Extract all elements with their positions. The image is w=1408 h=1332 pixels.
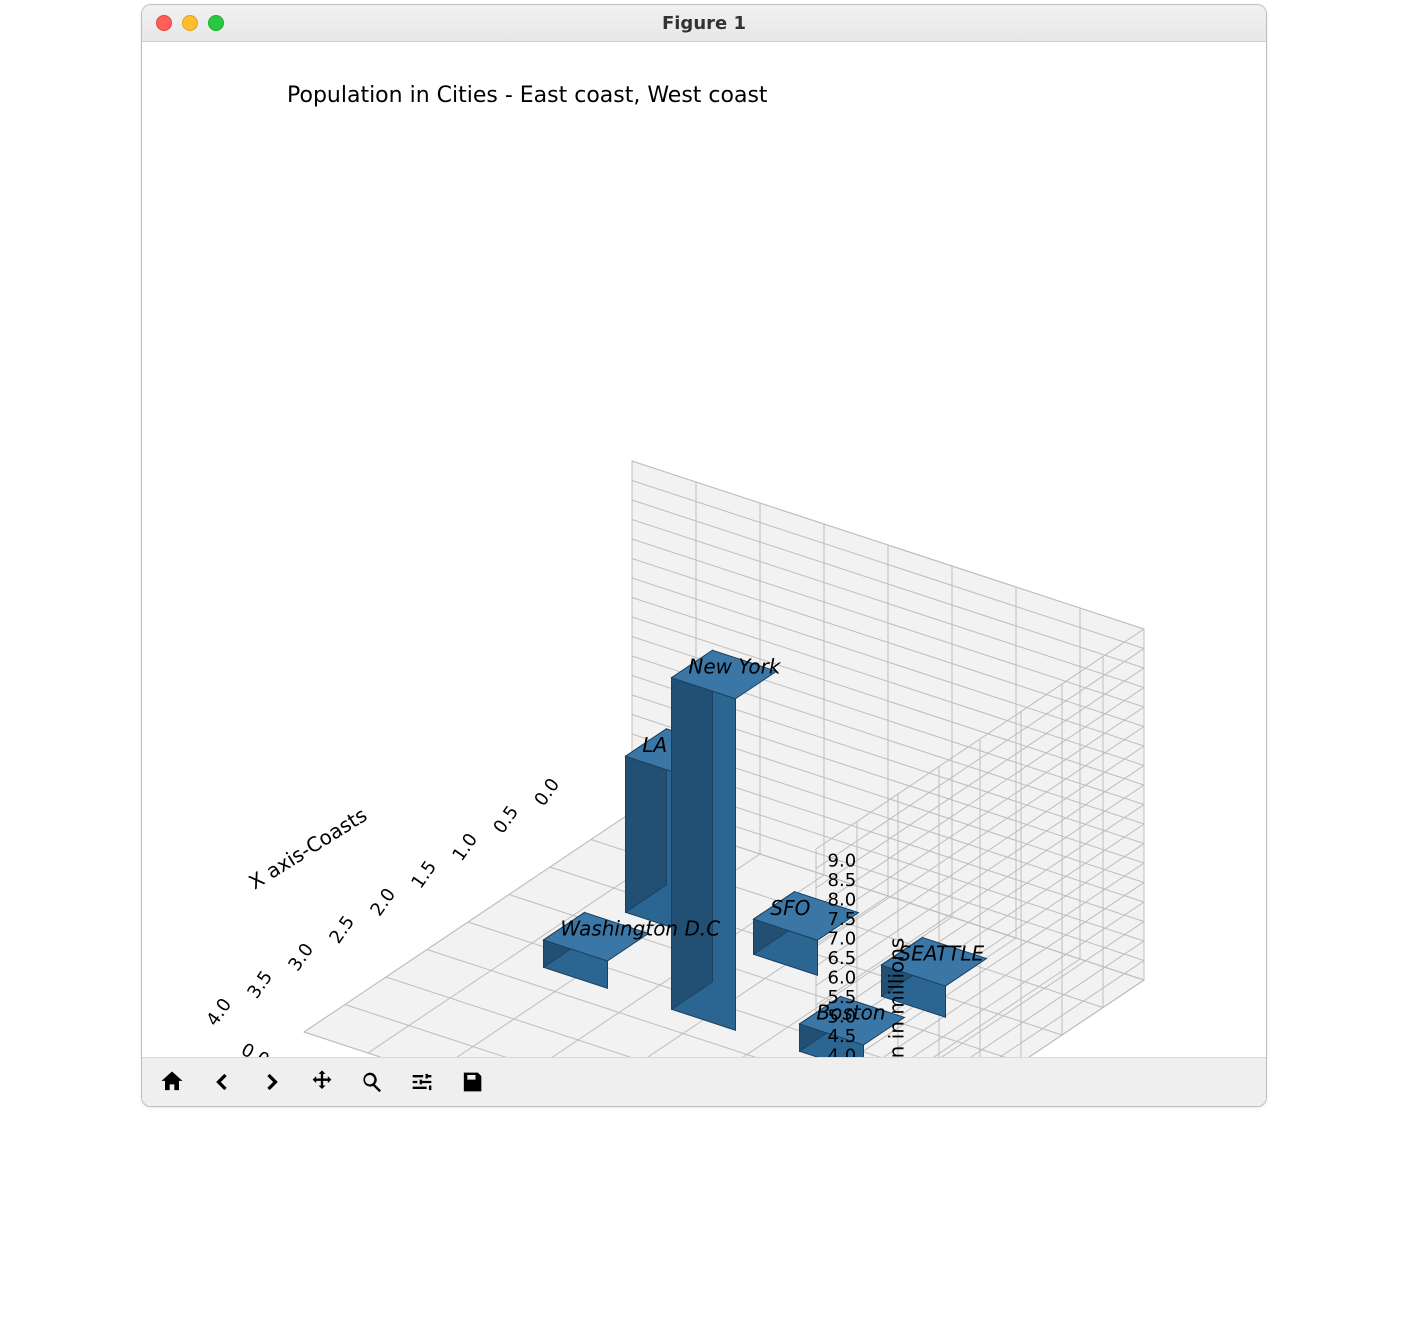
save-button[interactable] <box>448 1061 496 1103</box>
svg-text:Population in Cities - East co: Population in Cities - East coast, West … <box>287 83 768 108</box>
svg-text:8.0: 8.0 <box>828 890 857 911</box>
magnifier-icon <box>358 1068 386 1096</box>
zoom-button[interactable] <box>348 1061 396 1103</box>
svg-text:1.0: 1.0 <box>448 830 482 866</box>
svg-text:7.0: 7.0 <box>828 929 857 950</box>
plot-canvas[interactable]: 0.00.51.01.52.02.53.03.54.00.00.51.01.52… <box>142 42 1266 1057</box>
svg-text:0.0: 0.0 <box>238 1039 273 1057</box>
svg-text:6.5: 6.5 <box>828 948 857 969</box>
svg-text:SFO: SFO <box>770 896 810 920</box>
pan-button[interactable] <box>298 1061 346 1103</box>
titlebar: Figure 1 <box>142 5 1266 42</box>
figure-window: Figure 1 0.00.51.01.52.02.53.03.54.00.00… <box>141 4 1267 1107</box>
svg-text:3.0: 3.0 <box>284 940 318 976</box>
svg-text:X axis-Coasts: X axis-Coasts <box>245 803 372 895</box>
svg-text:2.0: 2.0 <box>366 885 400 921</box>
svg-text:4.0: 4.0 <box>828 1046 857 1057</box>
svg-text:Washington D.C: Washington D.C <box>560 917 720 941</box>
save-icon <box>458 1068 486 1096</box>
forward-button[interactable] <box>248 1061 296 1103</box>
svg-text:3.5: 3.5 <box>243 967 277 1003</box>
svg-text:7.5: 7.5 <box>828 909 857 930</box>
svg-text:4.5: 4.5 <box>828 1026 857 1047</box>
svg-text:8.5: 8.5 <box>828 870 857 891</box>
back-button[interactable] <box>198 1061 246 1103</box>
svg-text:SEATTLE: SEATTLE <box>898 942 984 966</box>
configure-button[interactable] <box>398 1061 446 1103</box>
svg-text:1.5: 1.5 <box>407 857 441 893</box>
svg-text:Boston: Boston <box>816 1001 885 1025</box>
svg-text:New York: New York <box>688 654 781 678</box>
sliders-icon <box>408 1068 436 1096</box>
svg-text:LA: LA <box>642 733 667 757</box>
svg-text:4.0: 4.0 <box>202 995 236 1031</box>
home-icon <box>158 1068 186 1096</box>
home-button[interactable] <box>148 1061 196 1103</box>
move-icon <box>308 1068 336 1096</box>
svg-text:2.5: 2.5 <box>325 912 359 948</box>
matplotlib-toolbar <box>142 1057 1266 1106</box>
arrow-right-icon <box>258 1068 286 1096</box>
window-title: Figure 1 <box>142 13 1266 34</box>
arrow-left-icon <box>208 1068 236 1096</box>
svg-text:0.0: 0.0 <box>530 775 564 811</box>
svg-text:6.0: 6.0 <box>828 968 857 989</box>
svg-text:9.0: 9.0 <box>828 851 857 872</box>
svg-text:0.5: 0.5 <box>489 802 523 838</box>
